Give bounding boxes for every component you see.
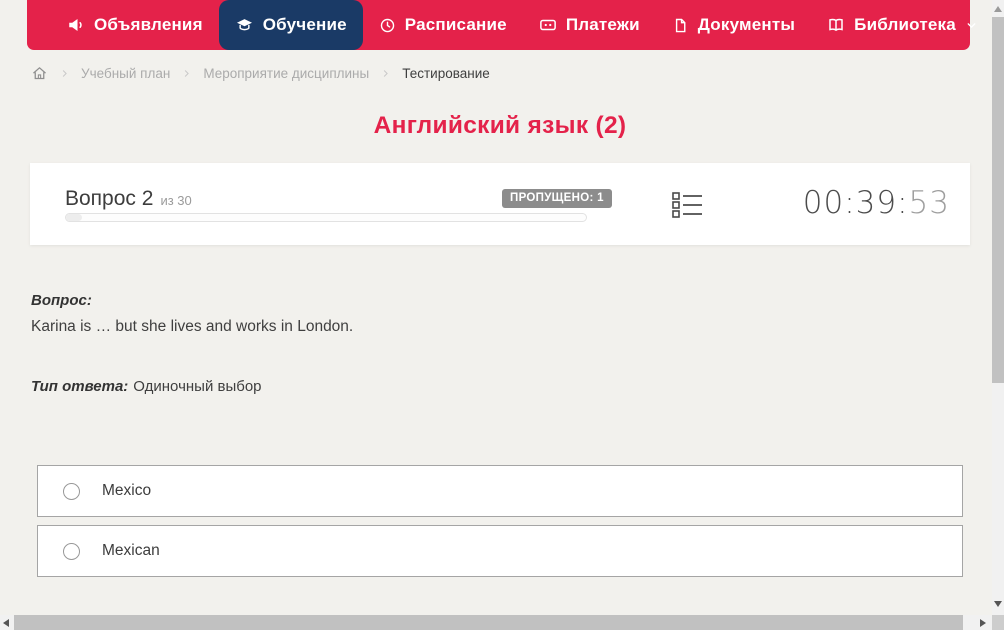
nav-item-documents[interactable]: Документы (656, 0, 811, 50)
question-list-button[interactable] (672, 191, 704, 219)
graduation-cap-icon (235, 16, 254, 35)
question-heading: Вопрос: (31, 292, 92, 309)
timer-seconds: 53 (908, 185, 950, 221)
answer-type-value: Одиночный выбор (133, 378, 262, 395)
timer-hours-minutes: 00:39: (802, 185, 909, 221)
nav-label: Обучение (262, 15, 347, 34)
scroll-right-icon[interactable] (980, 619, 986, 627)
nav-item-library[interactable]: Библиотека (811, 0, 994, 50)
question-text: Karina is … but she lives and works in L… (31, 318, 354, 335)
answer-type-row: Тип ответа: Одиночный выбор (31, 378, 262, 395)
horizontal-scrollbar[interactable] (0, 615, 992, 630)
nav-label: Библиотека (854, 15, 956, 34)
chevron-down-icon (965, 19, 978, 32)
nav-label: Платежи (565, 15, 640, 34)
horizontal-scrollbar-thumb[interactable] (14, 615, 963, 630)
chevron-right-icon (380, 68, 391, 79)
home-icon[interactable] (31, 65, 48, 82)
chevron-right-icon (181, 68, 192, 79)
nav-item-payments[interactable]: Платежи (523, 0, 656, 50)
question-panel: Вопрос 2 из 30 ПРОПУЩЕНО: 1 00:39:53 (30, 163, 970, 245)
wallet-icon (539, 16, 557, 34)
timer: 00:39:53 (803, 185, 950, 221)
vertical-scrollbar-thumb[interactable] (992, 17, 1004, 383)
vertical-scrollbar[interactable] (992, 0, 1004, 615)
breadcrumb-curriculum[interactable]: Учебный план (81, 66, 170, 81)
question-counter: Вопрос 2 из 30 (65, 187, 192, 211)
question-total: из 30 (160, 193, 192, 208)
breadcrumb-discipline-event[interactable]: Мероприятие дисциплины (203, 66, 369, 81)
radio-button[interactable] (63, 482, 80, 500)
breadcrumb: Учебный план Мероприятие дисциплины Тест… (31, 61, 490, 85)
nav-item-schedule[interactable]: Расписание (363, 0, 523, 50)
breadcrumb-testing: Тестирование (402, 65, 490, 81)
option-label: Mexico (102, 482, 152, 499)
clock-icon (379, 17, 396, 34)
scroll-left-icon[interactable] (3, 619, 9, 627)
radio-button[interactable] (63, 542, 80, 560)
nav-item-announcements[interactable]: Объявления (51, 0, 219, 50)
answer-option-mexico[interactable]: Mexico (37, 465, 963, 517)
main-navbar: Объявления Обучение Расписание Платежи Д… (27, 0, 976, 50)
page-title: Английский язык (2) (373, 112, 627, 139)
scroll-down-icon[interactable] (994, 601, 1002, 607)
progress-fill (66, 214, 82, 221)
option-label: Mexican (102, 542, 160, 559)
answer-type-label: Тип ответа: (31, 378, 129, 395)
answer-option-mexican[interactable]: Mexican (37, 525, 963, 577)
nav-label: Расписание (404, 15, 507, 34)
nav-label: Объявления (94, 15, 203, 34)
nav-label: Документы (697, 15, 796, 34)
document-icon (672, 17, 689, 34)
question-number: Вопрос 2 (65, 187, 154, 210)
list-icon (672, 192, 704, 223)
nav-item-learning[interactable]: Обучение (218, 0, 363, 50)
scrollbar-corner (992, 615, 1004, 630)
chevron-right-icon (59, 68, 70, 79)
megaphone-icon (67, 16, 85, 34)
book-icon (827, 16, 845, 34)
scroll-up-icon[interactable] (994, 6, 1002, 12)
progress-bar (65, 213, 587, 222)
skipped-badge: ПРОПУЩЕНО: 1 (502, 189, 612, 208)
